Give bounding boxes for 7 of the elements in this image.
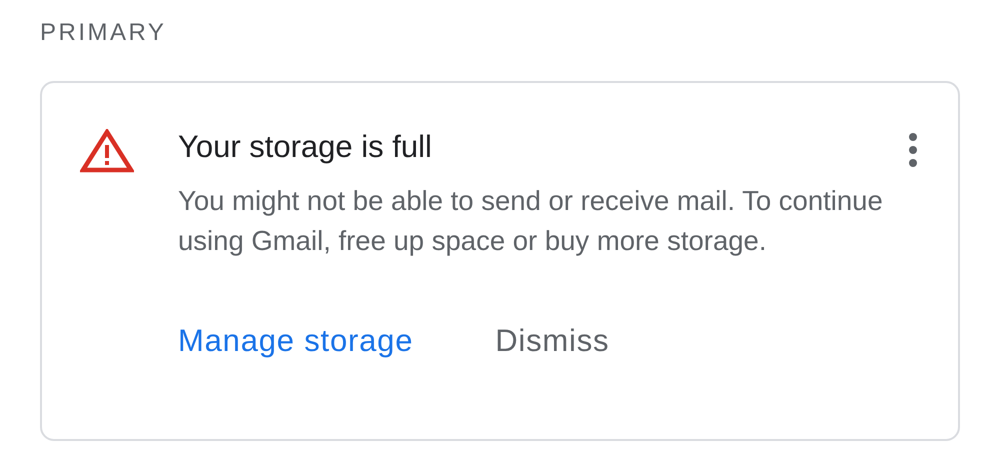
dismiss-button[interactable]: Dismiss — [495, 323, 610, 359]
manage-storage-link[interactable]: Manage storage — [178, 323, 414, 359]
section-heading: PRIMARY — [40, 18, 168, 48]
more-options-icon[interactable] — [908, 133, 918, 167]
warning-icon — [80, 129, 134, 173]
alert-message: You might not be able to send or receive mail. To continue using Gmail, free up space or buy more storage. — [178, 184, 884, 258]
alert-title: Your storage is full — [178, 128, 433, 166]
